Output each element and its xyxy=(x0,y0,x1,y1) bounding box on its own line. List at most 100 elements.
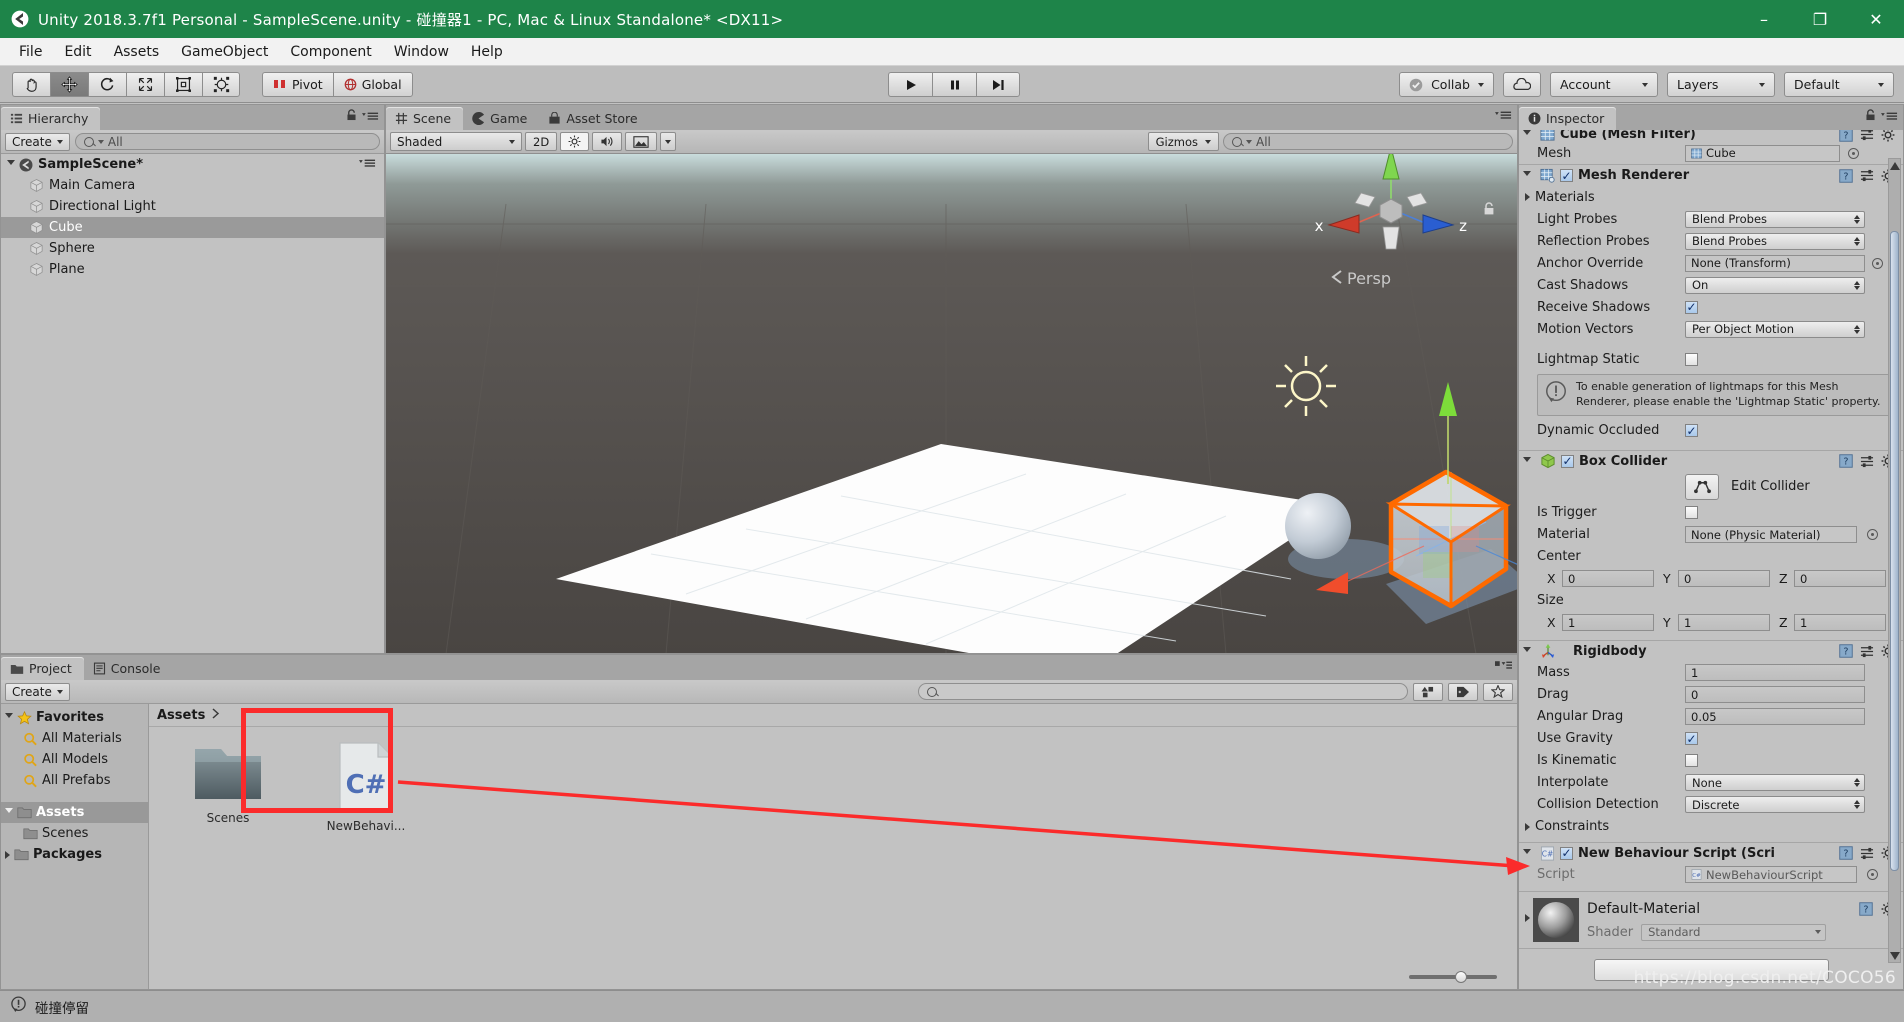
menu-item-window[interactable]: Window xyxy=(383,41,460,63)
project-filter-type-button[interactable] xyxy=(1413,682,1443,701)
box-collider-enabled-checkbox[interactable]: ✓ xyxy=(1561,454,1574,468)
account-dropdown[interactable]: Account xyxy=(1550,72,1658,97)
object-picker-icon[interactable] xyxy=(1872,257,1883,269)
menu-item-edit[interactable]: Edit xyxy=(53,41,102,63)
tab-hierarchy[interactable]: Hierarchy xyxy=(1,107,101,130)
mesh-object-field[interactable]: Cube xyxy=(1685,144,1840,162)
scene-audio-toggle[interactable] xyxy=(592,132,623,151)
interpolate-dropdown[interactable]: None xyxy=(1685,774,1865,792)
light-probes-dropdown[interactable]: Blend Probes xyxy=(1685,210,1865,228)
cloud-button[interactable] xyxy=(1503,72,1541,97)
inspector-scrollbar[interactable] xyxy=(1888,158,1901,963)
layers-dropdown[interactable]: Layers xyxy=(1667,72,1775,97)
physic-material-field[interactable]: None (Physic Material) xyxy=(1685,526,1857,544)
hierarchy-item-directional-light[interactable]: Directional Light xyxy=(1,196,384,217)
move-tool-button[interactable] xyxy=(50,71,88,97)
close-button[interactable]: ✕ xyxy=(1848,0,1904,38)
layout-dropdown[interactable]: Default xyxy=(1784,72,1894,97)
pivot-toggle-button[interactable]: Pivot xyxy=(262,71,333,97)
scene-viewport[interactable]: y x z Persp xyxy=(386,154,1517,653)
menu-item-gameobject[interactable]: GameObject xyxy=(170,41,279,63)
rect-tool-button[interactable] xyxy=(164,71,202,97)
scroll-up-arrow[interactable] xyxy=(1889,160,1900,171)
row-constraints[interactable]: Constraints xyxy=(1519,816,1903,838)
breadcrumb-assets[interactable]: Assets xyxy=(157,708,205,723)
asset-item-scenes[interactable]: Scenes xyxy=(179,741,277,833)
asset-item-newbehaviourscript[interactable]: C# NewBehavi... xyxy=(317,741,415,833)
script-enabled-checkbox[interactable]: ✓ xyxy=(1560,846,1573,860)
scene-effects-toggle[interactable] xyxy=(625,132,658,151)
scrollbar-thumb[interactable] xyxy=(1890,231,1899,871)
scene-search-input[interactable]: All xyxy=(1223,133,1513,150)
object-picker-icon[interactable] xyxy=(1867,869,1878,881)
mass-field[interactable]: 1 xyxy=(1685,664,1865,682)
component-header-mesh-renderer[interactable]: ✓ Mesh Renderer ? xyxy=(1519,164,1903,186)
scene-context-menu-icon[interactable] xyxy=(359,157,384,172)
lock-icon[interactable] xyxy=(1865,109,1876,125)
use-gravity-checkbox[interactable]: ✓ xyxy=(1685,732,1698,746)
edit-collider-button[interactable] xyxy=(1685,473,1719,500)
project-tree-scenes[interactable]: Scenes xyxy=(1,823,148,844)
hierarchy-menu-icon[interactable] xyxy=(362,110,379,125)
rotate-tool-button[interactable] xyxy=(88,71,126,97)
chevron-right-icon[interactable] xyxy=(1525,822,1530,831)
menu-item-file[interactable]: File xyxy=(8,41,53,63)
menu-item-component[interactable]: Component xyxy=(279,41,382,63)
component-header-box-collider[interactable]: ✓ Box Collider ? xyxy=(1519,449,1903,472)
cast-shadows-dropdown[interactable]: On xyxy=(1685,276,1865,294)
project-tree-favorites[interactable]: Favorites xyxy=(1,707,148,728)
mesh-renderer-enabled-checkbox[interactable]: ✓ xyxy=(1560,169,1573,182)
anchor-override-field[interactable]: None (Transform) xyxy=(1685,254,1865,272)
component-header-rigidbody[interactable]: Rigidbody ? xyxy=(1519,639,1903,662)
chevron-down-icon[interactable] xyxy=(5,713,13,722)
size-z-field[interactable]: 1 xyxy=(1794,614,1886,632)
hand-tool-button[interactable] xyxy=(12,71,50,97)
chevron-down-icon[interactable] xyxy=(1523,848,1531,858)
step-button[interactable] xyxy=(976,72,1020,97)
hierarchy-scene-row[interactable]: SampleScene* xyxy=(1,154,384,175)
asset-zoom-slider[interactable] xyxy=(1409,971,1497,983)
minimize-button[interactable]: – xyxy=(1736,0,1792,38)
gizmos-dropdown[interactable]: Gizmos xyxy=(1147,132,1219,151)
tab-scene[interactable]: Scene xyxy=(386,107,464,130)
lightmap-static-checkbox[interactable] xyxy=(1685,352,1698,366)
inspector-menu-icon[interactable] xyxy=(1881,110,1898,125)
collision-detection-dropdown[interactable]: Discrete xyxy=(1685,796,1865,814)
tab-asset-store[interactable]: Asset Store xyxy=(539,107,649,130)
pause-button[interactable] xyxy=(932,72,976,97)
project-tree-all-prefabs[interactable]: All Prefabs xyxy=(1,770,148,791)
size-y-field[interactable]: 1 xyxy=(1678,614,1770,632)
chevron-down-icon[interactable] xyxy=(1523,130,1531,139)
twod-toggle-button[interactable]: 2D xyxy=(525,132,558,151)
chevron-down-icon[interactable] xyxy=(1523,171,1531,180)
motion-vectors-dropdown[interactable]: Per Object Motion xyxy=(1685,320,1865,338)
chevron-right-icon[interactable] xyxy=(1525,193,1530,201)
center-y-field[interactable]: 0 xyxy=(1678,570,1770,588)
center-z-field[interactable]: 0 xyxy=(1794,570,1886,588)
tab-console[interactable]: Console xyxy=(84,657,173,680)
size-x-field[interactable]: 1 xyxy=(1562,614,1654,632)
angular-drag-field[interactable]: 0.05 xyxy=(1685,708,1865,726)
tab-project[interactable]: Project xyxy=(1,657,84,680)
chevron-down-icon[interactable] xyxy=(5,808,13,817)
scene-effects-dropdown[interactable] xyxy=(660,132,677,151)
hierarchy-item-cube[interactable]: Cube xyxy=(1,217,384,238)
transform-tool-button[interactable] xyxy=(202,71,240,97)
receive-shadows-checkbox[interactable]: ✓ xyxy=(1685,300,1698,314)
slider-knob[interactable] xyxy=(1455,971,1467,983)
shader-dropdown[interactable]: Standard xyxy=(1641,923,1827,941)
is-kinematic-checkbox[interactable] xyxy=(1685,754,1698,768)
hierarchy-item-main-camera[interactable]: Main Camera xyxy=(1,175,384,196)
hierarchy-item-sphere[interactable]: Sphere xyxy=(1,238,384,259)
maximize-button[interactable]: ❐ xyxy=(1792,0,1848,38)
reflection-probes-dropdown[interactable]: Blend Probes xyxy=(1685,232,1865,250)
project-menu-icon[interactable] xyxy=(1495,659,1512,674)
component-header-new-behaviour-script[interactable]: C# ✓ New Behaviour Script (Scri ? xyxy=(1519,841,1903,864)
center-x-field[interactable]: 0 xyxy=(1562,570,1654,588)
tab-inspector[interactable]: Inspector xyxy=(1519,107,1617,130)
dynamic-occluded-checkbox[interactable]: ✓ xyxy=(1685,424,1698,438)
is-trigger-checkbox[interactable] xyxy=(1685,506,1698,520)
drag-field[interactable]: 0 xyxy=(1685,686,1865,704)
hierarchy-create-button[interactable]: Create xyxy=(5,132,70,151)
menu-item-help[interactable]: Help xyxy=(460,41,514,63)
